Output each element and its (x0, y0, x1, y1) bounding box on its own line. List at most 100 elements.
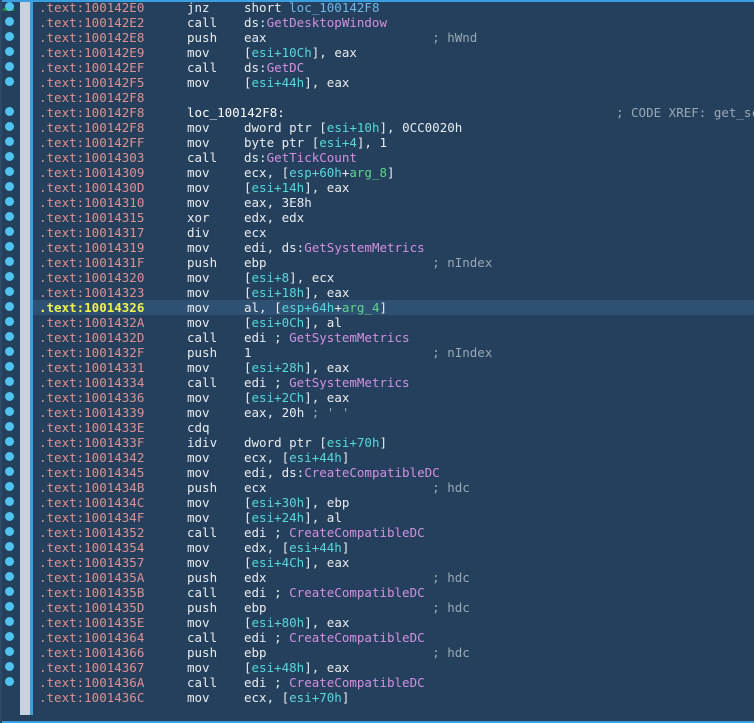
breakpoint-dot-icon[interactable] (5, 497, 14, 506)
auto-comment[interactable]: ; hdc (432, 570, 470, 585)
disassembly-line[interactable]: .text:1001435Emov[esi+80h], eax (33, 615, 754, 630)
disassembly-line[interactable]: .text:1001431Fpushebp ; nIndex (33, 255, 754, 270)
disassembly-line[interactable]: .text:1001432Dcalledi ; GetSystemMetrics (33, 330, 754, 345)
disassembly-line[interactable]: .text:100142FFmovbyte ptr [esi+4], 1 (33, 135, 754, 150)
breakpoint-dot-icon[interactable] (5, 347, 14, 356)
auto-comment[interactable]: ; hdc (432, 645, 470, 660)
disassembly-line[interactable]: .text:10014310moveax, 3E8h (33, 195, 754, 210)
auto-comment[interactable]: ; hdc (432, 480, 470, 495)
breakpoint-dot-icon[interactable] (5, 617, 14, 626)
disassembly-line[interactable]: .text:100142E9mov[esi+10Ch], eax (33, 45, 754, 60)
disassembly-line[interactable]: .text:1001433Fidivdword ptr [esi+70h] (33, 435, 754, 450)
disassembly-line[interactable]: .text:10014367mov[esi+48h], eax (33, 660, 754, 675)
api-name[interactable]: CreateCompatibleDC (289, 525, 424, 540)
disassembly-line[interactable]: .text:10014336mov[esi+2Ch], eax (33, 390, 754, 405)
auto-comment[interactable]: ; nIndex (432, 255, 492, 270)
breakpoint-dot-icon[interactable] (5, 167, 14, 176)
disassembly-line[interactable]: .text:10014364calledi ; CreateCompatible… (33, 630, 754, 645)
disassembly-line[interactable]: .text:1001433Ecdq (33, 420, 754, 435)
disassembly-line[interactable]: .text:1001436Acalledi ; CreateCompatible… (33, 675, 754, 690)
breakpoint-dot-icon[interactable] (5, 182, 14, 191)
disassembly-line[interactable]: .text:10014366pushebp ; hdc (33, 645, 754, 660)
api-name[interactable]: CreateCompatibleDC (289, 630, 424, 645)
breakpoint-dot-icon[interactable] (5, 512, 14, 521)
disassembly-line[interactable]: .text:10014309movecx, [esp+60h+arg_8] (33, 165, 754, 180)
disassembly-line[interactable]: .text:10014345movedi, ds:CreateCompatibl… (33, 465, 754, 480)
disassembly-line[interactable]: .text:1001434Cmov[esi+30h], ebp (33, 495, 754, 510)
breakpoint-dot-icon[interactable] (5, 587, 14, 596)
breakpoint-dot-icon[interactable] (5, 287, 14, 296)
breakpoint-dot-icon[interactable] (5, 362, 14, 371)
disassembly-line[interactable]: .text:100142E2callds:GetDesktopWindow (33, 15, 754, 30)
disassembly-line-selected[interactable]: .text:10014326moval, [esp+64h+arg_4] (33, 300, 754, 315)
disassembly-line[interactable]: .text:100142E0jnzshort loc_100142F8 (33, 0, 754, 15)
disassembly-line[interactable]: .text:1001434Bpushecx ; hdc (33, 480, 754, 495)
disassembly-line[interactable]: .text:10014354movedx, [esi+44h] (33, 540, 754, 555)
api-name[interactable]: CreateCompatibleDC (289, 675, 424, 690)
disassembly-line[interactable]: .text:100142F5mov[esi+44h], eax (33, 75, 754, 90)
auto-comment[interactable]: ; hWnd (432, 30, 477, 45)
breakpoint-dot-icon[interactable] (5, 2, 14, 11)
breakpoint-dot-icon[interactable] (5, 257, 14, 266)
api-name[interactable]: GetSystemMetrics (304, 240, 424, 255)
breakpoint-dot-icon[interactable] (5, 107, 14, 116)
breakpoint-dot-icon[interactable] (5, 527, 14, 536)
breakpoint-dot-icon[interactable] (5, 572, 14, 581)
disassembly-line[interactable]: .text:10014339moveax, 20h ; ' ' (33, 405, 754, 420)
api-name[interactable]: GetSystemMetrics (289, 375, 409, 390)
disassembly-line[interactable]: .text:10014315xoredx, edx (33, 210, 754, 225)
disassembly-line[interactable]: .text:10014320mov[esi+8], ecx (33, 270, 754, 285)
breakpoint-dot-icon[interactable] (5, 272, 14, 281)
disassembly-line[interactable]: .text:10014334calledi ; GetSystemMetrics (33, 375, 754, 390)
disassembly-line[interactable]: .text:1001436Cmovecx, [esi+70h] (33, 690, 754, 705)
breakpoint-dot-icon[interactable] (5, 647, 14, 656)
breakpoint-dot-icon[interactable] (5, 242, 14, 251)
disassembly-line[interactable]: .text:1001435Bcalledi ; CreateCompatible… (33, 585, 754, 600)
disassembly-line[interactable]: .text:10014342movecx, [esi+44h] (33, 450, 754, 465)
disassembly-line[interactable]: .text:100142F8movdword ptr [esi+10h], 0C… (33, 120, 754, 135)
breakpoint-dot-icon[interactable] (5, 47, 14, 56)
breakpoint-dot-icon[interactable] (5, 77, 14, 86)
api-name[interactable]: GetSystemMetrics (289, 330, 409, 345)
disassembly-line[interactable]: .text:100142F8 (33, 90, 754, 105)
api-name[interactable]: GetTickCount (267, 150, 357, 165)
breakpoint-dot-icon[interactable] (5, 677, 14, 686)
disassembly-line[interactable]: .text:10014352calledi ; CreateCompatible… (33, 525, 754, 540)
breakpoint-dot-icon[interactable] (5, 317, 14, 326)
disassembly-line[interactable]: .text:1001435Dpushebp ; hdc (33, 600, 754, 615)
api-name[interactable]: CreateCompatibleDC (289, 585, 424, 600)
breakpoint-dot-icon[interactable] (5, 197, 14, 206)
disassembly-line[interactable]: .text:100142EFcallds:GetDC (33, 60, 754, 75)
disassembly-line[interactable]: .text:1001430Dmov[esi+14h], eax (33, 180, 754, 195)
disassembly-line[interactable]: .text:1001434Fmov[esi+24h], al (33, 510, 754, 525)
code-xref-comment[interactable]: ; CODE XREF: get_screenshot_designatedwi… (616, 105, 754, 120)
breakpoint-dot-icon[interactable] (5, 632, 14, 641)
breakpoint-dot-icon[interactable] (5, 437, 14, 446)
disassembly-line[interactable]: .text:100142E8pusheax ; hWnd (33, 30, 754, 45)
disassembly-line[interactable]: .text:1001432Amov[esi+0Ch], al (33, 315, 754, 330)
breakpoint-dot-icon[interactable] (5, 602, 14, 611)
breakpoint-dot-icon[interactable] (5, 482, 14, 491)
disassembly-line[interactable]: .text:10014303callds:GetTickCount (33, 150, 754, 165)
disassembly-listing[interactable]: .text:100142E0jnzshort loc_100142F8.text… (33, 0, 754, 723)
breakpoint-dot-icon[interactable] (5, 122, 14, 131)
breakpoint-dot-icon[interactable] (5, 662, 14, 671)
api-name[interactable]: CreateCompatibleDC (304, 465, 439, 480)
code-label[interactable]: loc_100142F8: (187, 105, 285, 120)
api-name[interactable]: GetDesktopWindow (267, 15, 387, 30)
breakpoint-dot-icon[interactable] (5, 302, 14, 311)
disassembly-line[interactable]: .text:100142F8loc_100142F8: ; CODE XREF:… (33, 105, 754, 120)
location-ref[interactable]: loc_100142F8 (289, 0, 379, 15)
auto-comment[interactable]: ; nIndex (432, 345, 492, 360)
breakpoint-dot-icon[interactable] (5, 407, 14, 416)
breakpoint-dot-icon[interactable] (5, 467, 14, 476)
breakpoint-dot-icon[interactable] (5, 137, 14, 146)
disassembly-line[interactable]: .text:10014317divecx (33, 225, 754, 240)
disassembly-line[interactable]: .text:10014357mov[esi+4Ch], eax (33, 555, 754, 570)
disassembly-line[interactable]: .text:10014319movedi, ds:GetSystemMetric… (33, 240, 754, 255)
breakpoint-dot-icon[interactable] (5, 377, 14, 386)
breakpoint-dot-icon[interactable] (5, 212, 14, 221)
disassembly-line[interactable]: .text:1001435Apushedx ; hdc (33, 570, 754, 585)
breakpoint-dot-icon[interactable] (5, 542, 14, 551)
breakpoint-dot-icon[interactable] (5, 557, 14, 566)
